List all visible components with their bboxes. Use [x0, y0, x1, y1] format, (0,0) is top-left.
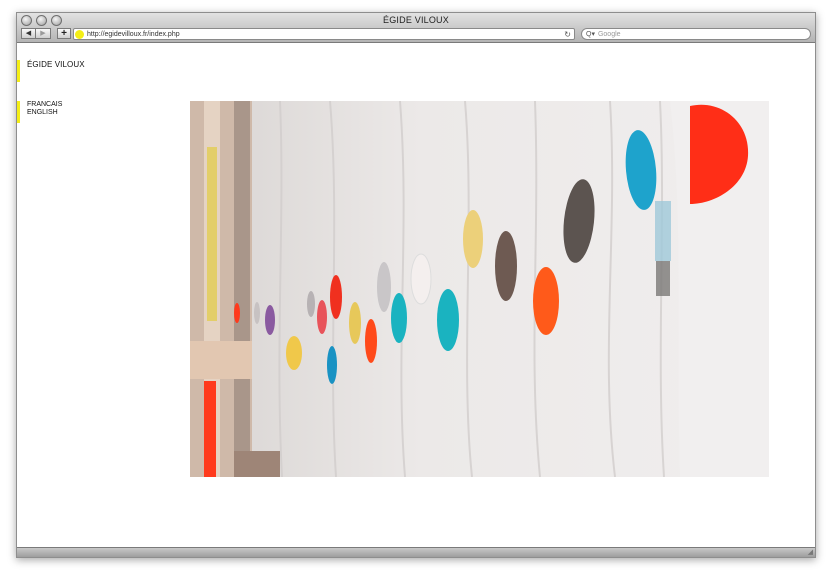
favicon-icon — [75, 29, 84, 39]
add-bookmark-button[interactable]: + — [57, 28, 71, 39]
search-placeholder: Google — [597, 30, 621, 38]
language-menu: FRANCAIS ENGLISH — [17, 101, 62, 123]
status-bar: ◢ — [17, 547, 815, 557]
forward-button[interactable]: ▶ — [36, 28, 51, 39]
artwork-photo — [190, 101, 769, 477]
lang-francais-link[interactable]: FRANCAIS — [27, 101, 62, 109]
curtain-artwork-image — [190, 101, 769, 477]
page-content: ÉGIDE VILOUX FRANCAIS ENGLISH — [17, 44, 815, 549]
site-title[interactable]: ÉGIDE VILOUX — [17, 60, 85, 82]
search-field[interactable]: Q▾ Google — [581, 28, 811, 40]
reload-icon[interactable]: ↻ — [564, 29, 571, 40]
lang-english-link[interactable]: ENGLISH — [27, 109, 62, 117]
navigation-buttons: ◀ ▶ — [21, 28, 51, 39]
address-text[interactable]: http://egidevilloux.fr/index.php — [87, 31, 180, 38]
back-button[interactable]: ◀ — [21, 28, 36, 39]
address-bar[interactable]: http://egidevilloux.fr/index.php ↻ — [73, 28, 575, 40]
window-title: ÉGIDE VILOUX — [383, 15, 449, 25]
search-icon[interactable]: Q▾ — [586, 30, 595, 38]
browser-window: ÉGIDE VILOUX ◀ ▶ + http://egidevilloux.f… — [16, 12, 816, 558]
title-bar: ÉGIDE VILOUX ◀ ▶ + http://egidevilloux.f… — [17, 13, 815, 43]
resize-grip-icon[interactable]: ◢ — [808, 549, 813, 556]
